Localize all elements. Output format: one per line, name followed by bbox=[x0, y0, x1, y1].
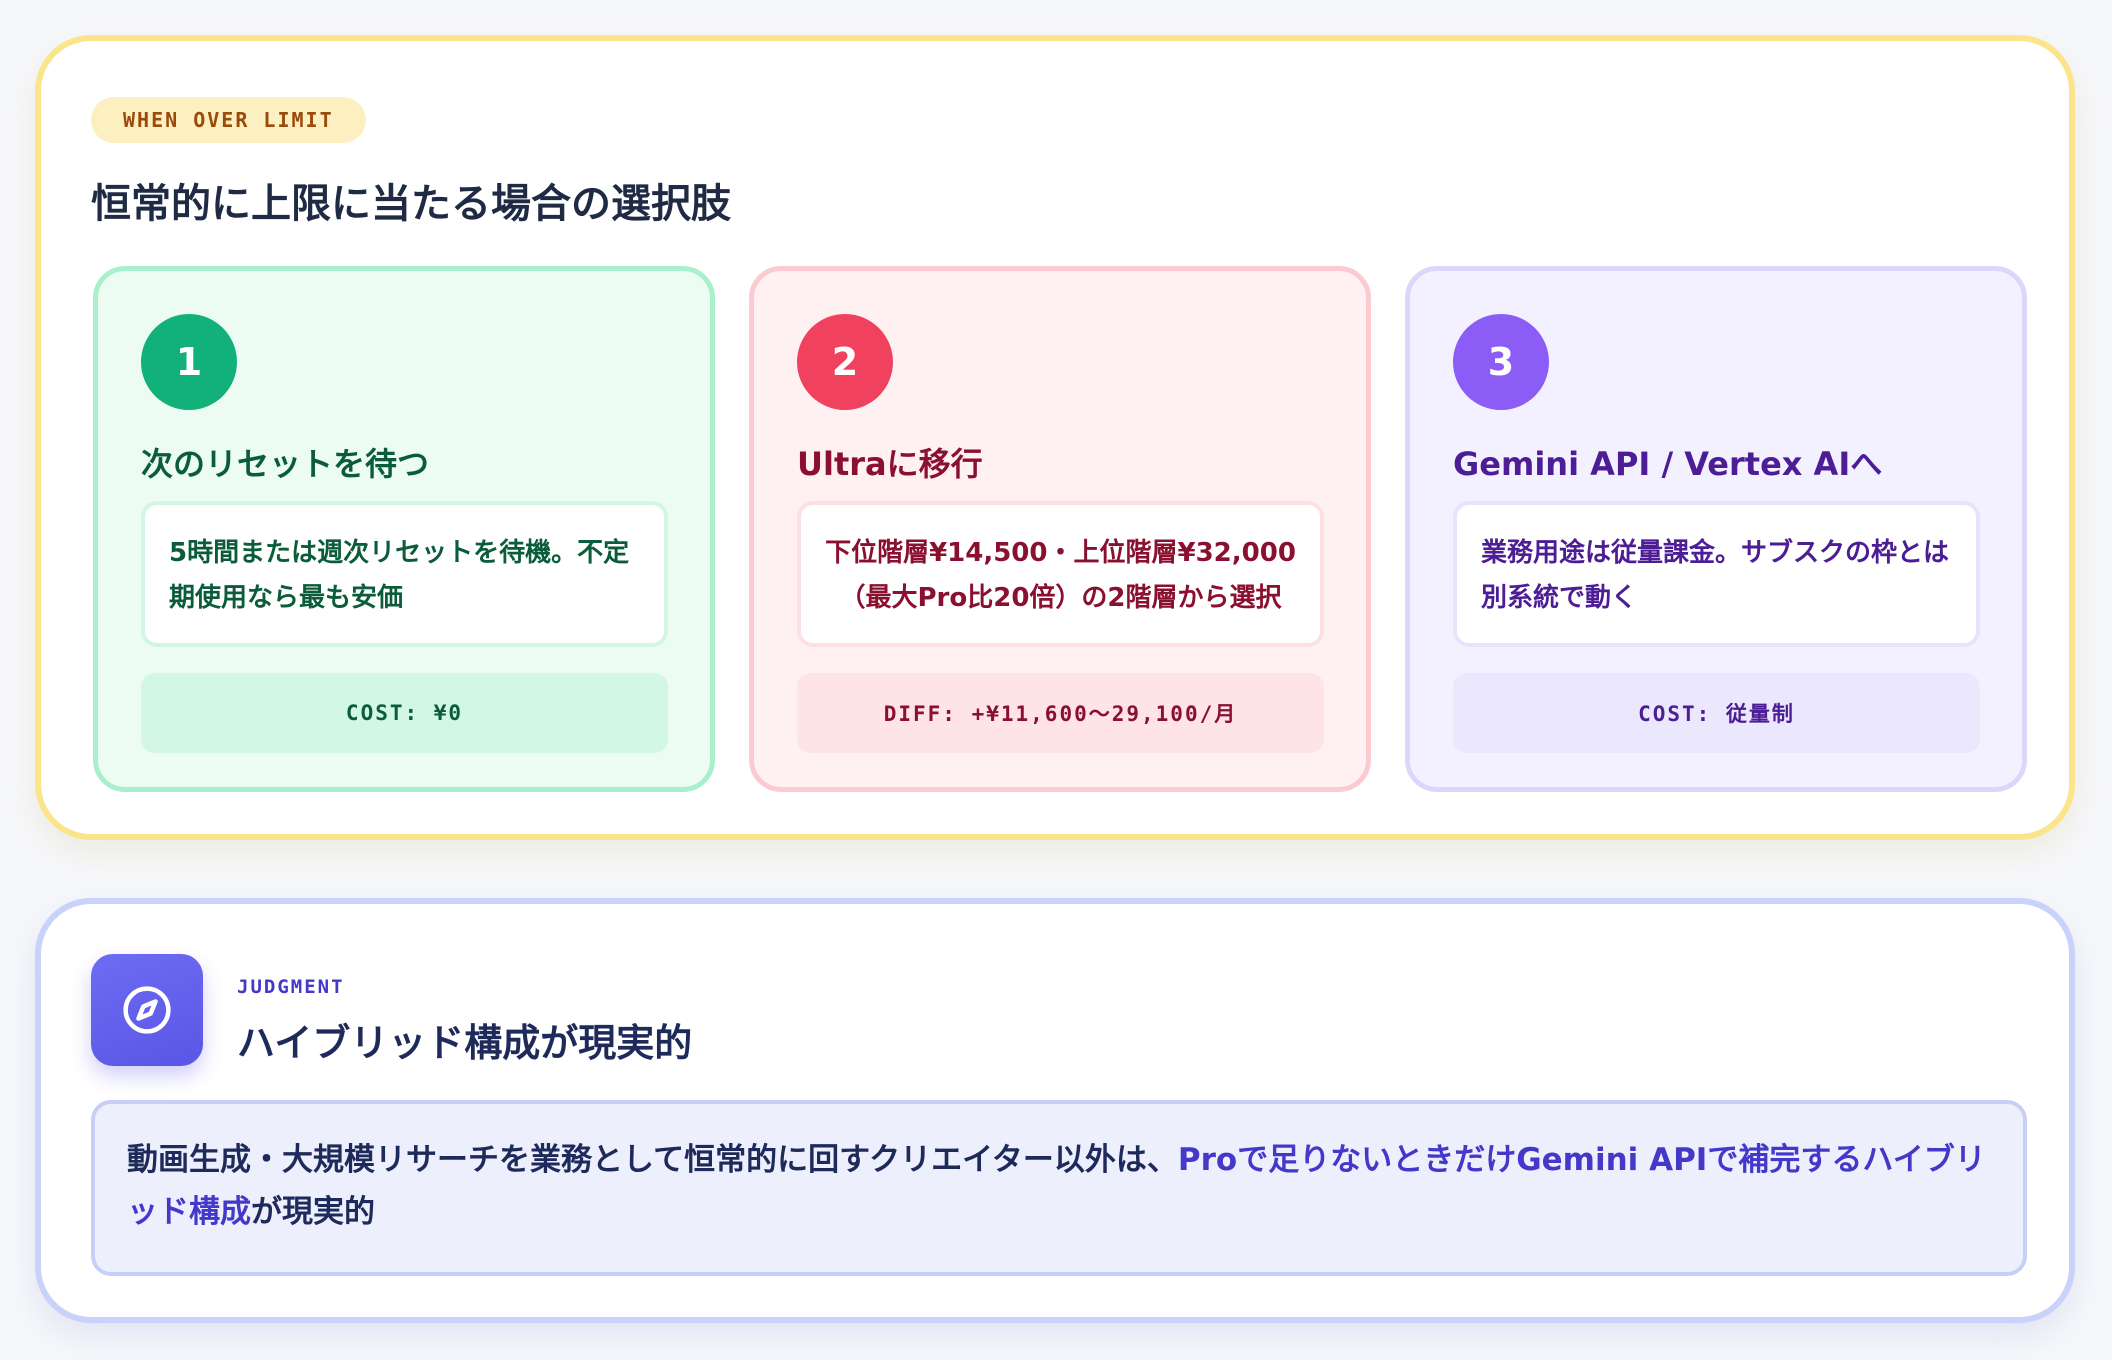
option-title: Ultraに移行 bbox=[797, 445, 983, 483]
judgment-body: 動画生成・大規模リサーチを業務として恒常的に回すクリエイター以外は、Proで足り… bbox=[91, 1100, 2027, 1276]
option-number-badge: 2 bbox=[797, 314, 893, 410]
option-card-ultra: 2 Ultraに移行 下位階層¥14,500・上位階層¥32,000（最大Pro… bbox=[749, 266, 1371, 792]
section-eyebrow-badge: WHEN OVER LIMIT bbox=[91, 97, 366, 143]
option-description: 5時間または週次リセットを待機。不定期使用なら最も安価 bbox=[141, 501, 668, 647]
option-number-badge: 3 bbox=[1453, 314, 1549, 410]
option-card-gemini-api: 3 Gemini API / Vertex AIへ 業務用途は従量課金。サブスク… bbox=[1405, 266, 2027, 792]
judgment-body-lead: 動画生成・大規模リサーチを業務として恒常的に回すクリエイター以外は、 bbox=[127, 1142, 1178, 1178]
option-description: 業務用途は従量課金。サブスクの枠とは別系統で動く bbox=[1453, 501, 1980, 647]
option-card-wait-reset: 1 次のリセットを待つ 5時間または週次リセットを待機。不定期使用なら最も安価 … bbox=[93, 266, 715, 792]
judgment-body-tail: が現実的 bbox=[251, 1194, 375, 1230]
option-description: 下位階層¥14,500・上位階層¥32,000（最大Pro比20倍）の2階層から… bbox=[797, 501, 1324, 647]
section-title: 恒常的に上限に当たる場合の選択肢 bbox=[91, 181, 731, 227]
option-number-badge: 1 bbox=[141, 314, 237, 410]
compass-icon bbox=[91, 954, 203, 1066]
option-cost: DIFF: +¥11,600〜29,100/月 bbox=[797, 673, 1324, 753]
judgment-title: ハイブリッド構成が現実的 bbox=[237, 1021, 693, 1065]
option-cost: COST: 従量制 bbox=[1453, 673, 1980, 753]
option-title: 次のリセットを待つ bbox=[141, 445, 430, 483]
option-title: Gemini API / Vertex AIへ bbox=[1453, 445, 1883, 483]
judgment-panel: JUDGMENT ハイブリッド構成が現実的 動画生成・大規模リサーチを業務として… bbox=[35, 898, 2075, 1323]
limit-options-panel: WHEN OVER LIMIT 恒常的に上限に当たる場合の選択肢 1 次のリセッ… bbox=[35, 35, 2075, 840]
judgment-eyebrow: JUDGMENT bbox=[237, 976, 345, 998]
option-cost: COST: ¥0 bbox=[141, 673, 668, 753]
